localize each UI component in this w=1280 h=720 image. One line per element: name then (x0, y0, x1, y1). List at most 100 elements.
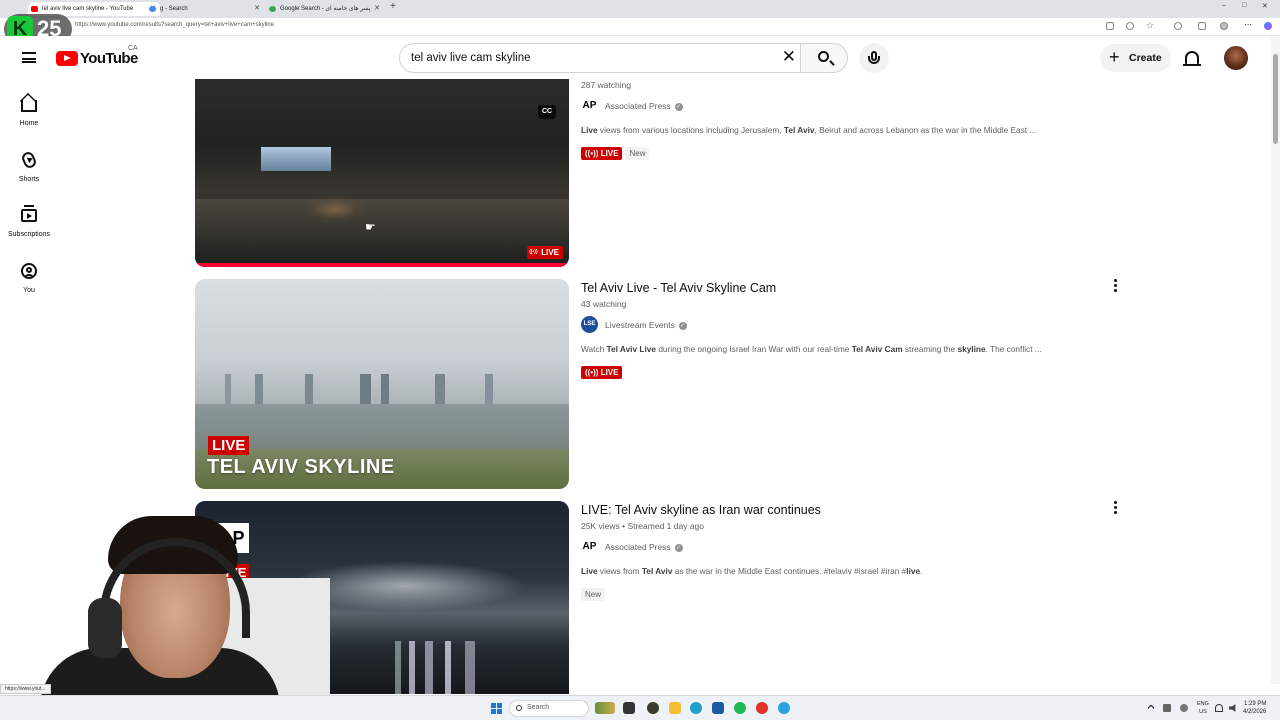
clear-search-icon[interactable]: ✕ (782, 47, 796, 67)
youtube-logo[interactable]: YouTube CA (56, 45, 138, 67)
profile-icon[interactable] (1220, 22, 1228, 30)
channel-row[interactable]: LSE Livestream Events ✓ (581, 316, 1101, 334)
bell-icon[interactable] (1183, 51, 1201, 66)
video-stats: 287 watching (581, 80, 632, 90)
telegram-icon[interactable] (778, 702, 790, 714)
channel-name[interactable]: Associated Press ✓ (605, 101, 683, 111)
chrome-icon[interactable] (756, 702, 768, 714)
description-fragment: Tel Aviv (641, 566, 673, 576)
language-indicator[interactable]: ENG US (1197, 700, 1209, 716)
progress-bar[interactable] (195, 263, 569, 267)
address-bar[interactable]: https://www.youtube.com/results?search_q… (0, 18, 1280, 36)
sidebar-item-shorts[interactable]: Shorts (0, 142, 58, 192)
tab-title: Google Search - پسر های خامنه ای (280, 6, 371, 12)
search-query[interactable]: tel aviv live cam skyline (411, 52, 531, 64)
badges-row: New (581, 584, 1101, 601)
store-icon[interactable] (712, 702, 724, 714)
more-actions-icon[interactable] (1114, 279, 1118, 293)
video-thumbnail[interactable]: LIVE TEL AVIV SKYLINE (195, 279, 569, 489)
taskbar-search[interactable]: Search (509, 700, 589, 717)
channel-avatar[interactable]: AP (581, 538, 598, 555)
tray-chevron-icon[interactable] (1147, 704, 1155, 712)
description-fragment: . The conflict ... (985, 344, 1042, 354)
channel-name[interactable]: Associated Press ✓ (605, 542, 683, 552)
thumbnail-title-text: TEL AVIV SKYLINE (207, 456, 395, 478)
thumbnail-live-text: LIVE (208, 436, 250, 455)
taskbar-clock[interactable]: 1:29 PM 4/2/2026 (1243, 700, 1266, 716)
description-fragment: Tel Aviv Live (606, 344, 657, 354)
copilot-icon[interactable] (1264, 22, 1272, 30)
description-fragment: views from (597, 566, 642, 576)
app-icon[interactable] (647, 702, 659, 714)
logo-text: YouTube (80, 50, 138, 67)
close-window-icon[interactable]: ✕ (1262, 2, 1268, 10)
file-explorer-icon[interactable] (669, 702, 681, 714)
video-description: Watch Tel Aviv Live during the ongoing I… (581, 344, 1101, 354)
browser-tab-google[interactable]: Google Search - پسر های خامنه ای ✕ (266, 2, 384, 16)
edge-icon[interactable] (690, 702, 702, 714)
channel-avatar[interactable]: AP (581, 97, 598, 114)
sidebar-item-label: Subscriptions (7, 231, 51, 238)
windows-start-icon[interactable] (491, 703, 502, 714)
close-tab-icon[interactable]: ✕ (254, 2, 260, 16)
minimize-icon[interactable]: – (1222, 2, 1226, 9)
channel-name[interactable]: Livestream Events ✓ (605, 320, 687, 330)
volume-icon[interactable] (1229, 704, 1236, 712)
install-icon[interactable] (1106, 22, 1114, 30)
channel-row[interactable]: AP Associated Press ✓ (581, 97, 1101, 115)
close-tab-icon[interactable]: ✕ (374, 2, 380, 16)
thumbnail-scene (395, 641, 565, 694)
avatar[interactable] (1224, 46, 1248, 70)
browser-tab-search[interactable]: g - Search ✕ (146, 2, 264, 16)
url-text[interactable]: https://www.youtube.com/results?search_q… (75, 22, 274, 28)
menu-icon[interactable] (22, 52, 36, 63)
sidebar-item-you[interactable]: You (0, 253, 58, 303)
video-meta: LIVE: Tel Aviv skyline as Iran war conti… (581, 503, 1101, 601)
create-label: Create (1129, 52, 1162, 64)
description-fragment: Live (581, 566, 598, 576)
bookmark-star-icon[interactable]: ☆ (1146, 20, 1154, 30)
new-badge: New (625, 147, 650, 160)
new-tab-icon[interactable]: + (390, 1, 396, 12)
favorites-icon[interactable] (1198, 22, 1206, 30)
channel-name-text[interactable]: Livestream Events (605, 320, 675, 330)
channel-row[interactable]: AP Associated Press ✓ (581, 538, 1101, 556)
more-menu-icon[interactable]: ⋯ (1244, 20, 1252, 29)
voice-search-button[interactable] (859, 43, 889, 73)
widget-icon[interactable] (595, 702, 615, 714)
video-meta: Tel Aviv Live - Tel Aviv Skyline Cam 43 … (581, 281, 1101, 379)
verified-icon: ✓ (678, 321, 687, 330)
sidebar-item-subscriptions[interactable]: Subscriptions (0, 197, 58, 247)
task-view-icon[interactable] (623, 702, 635, 714)
sidebar-item-home[interactable]: Home (0, 86, 58, 136)
video-thumbnail[interactable]: CC LIVE (195, 79, 569, 267)
clock-date: 4/2/2026 (1243, 709, 1267, 715)
maximize-icon[interactable]: □ (1242, 2, 1246, 9)
video-title[interactable]: Tel Aviv Live - Tel Aviv Skyline Cam (581, 281, 1101, 295)
windows-taskbar: Search ENG US 1:29 PM 4/2/2026 (0, 695, 1280, 720)
extensions-icon[interactable] (1174, 22, 1182, 30)
zoom-icon[interactable] (1126, 22, 1134, 30)
tray-app-icon[interactable] (1180, 704, 1188, 712)
sidebar-item-label: Shorts (18, 176, 40, 183)
spotify-icon[interactable] (734, 702, 746, 714)
mic-stand (868, 56, 880, 64)
scrollbar-thumb[interactable] (1273, 54, 1278, 144)
video-description: Live views from Tel Aviv as the war in t… (581, 566, 1101, 576)
wifi-icon[interactable] (1215, 704, 1223, 712)
search-input[interactable]: tel aviv live cam skyline ✕ (399, 43, 800, 73)
channel-name-text[interactable]: Associated Press (605, 101, 671, 111)
channel-name-text[interactable]: Associated Press (605, 542, 671, 552)
video-title[interactable]: LIVE: Tel Aviv skyline as Iran war conti… (581, 503, 1101, 517)
search-button[interactable] (800, 43, 848, 73)
channel-avatar[interactable]: LSE (581, 316, 598, 333)
page-scrollbar[interactable] (1271, 36, 1280, 684)
create-button[interactable]: + Create (1100, 44, 1171, 72)
video-meta: 287 watching AP Associated Press ✓ Live v… (581, 76, 1101, 160)
closed-captions-icon[interactable]: CC (538, 105, 556, 119)
tray-app-icon[interactable] (1163, 704, 1171, 712)
description-fragment: views from various locations including J… (597, 125, 784, 135)
badges-row: ((•)) LIVE (581, 362, 1101, 379)
more-actions-icon[interactable] (1114, 501, 1118, 515)
thumbnail-scene (261, 147, 331, 171)
